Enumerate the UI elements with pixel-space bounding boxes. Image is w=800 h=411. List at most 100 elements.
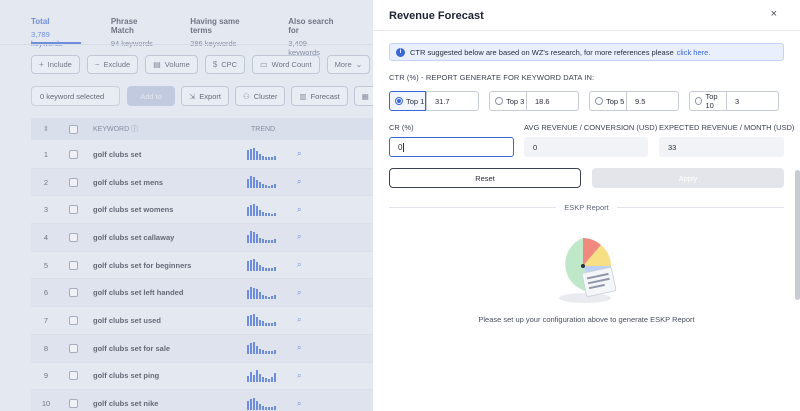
trend-bar (247, 400, 249, 410)
table-header: ⇕ KEYWORD ⓘ TREND (31, 118, 373, 140)
table-row[interactable]: 1 golf clubs set ⌕ (31, 141, 373, 169)
trend-bar (259, 373, 261, 382)
row-checkbox[interactable] (68, 399, 78, 409)
ctr-radio[interactable]: Top 5 (589, 91, 626, 111)
table-row[interactable]: 4 golf clubs set callaway ⌕ (31, 224, 373, 252)
keyword-link[interactable]: golf clubs set for beginners (85, 261, 247, 270)
keyword-link[interactable]: golf clubs set left handed (85, 288, 247, 297)
trend-bar (271, 185, 273, 189)
filter-cpc-button[interactable]: $ CPC (204, 55, 246, 74)
stats-divider (0, 44, 373, 45)
trend-sparkline (247, 203, 297, 216)
filter-include-button[interactable]: + Include (31, 55, 80, 74)
stat-tab[interactable]: Also search for3,409 keywords (288, 17, 339, 57)
ctr-value-input[interactable]: 9.5 (626, 91, 679, 111)
search-icon[interactable]: ⌕ (297, 149, 311, 159)
modal-scrollbar[interactable] (795, 170, 800, 300)
filter-label: Include (47, 60, 72, 69)
cr-input[interactable]: 0 (389, 137, 514, 157)
filter-label: CPC (221, 60, 238, 69)
table-row[interactable]: 2 golf clubs set mens ⌕ (31, 168, 373, 197)
trend-bar (256, 369, 258, 382)
search-icon[interactable]: ⌕ (297, 371, 311, 381)
keyword-link[interactable]: golf clubs set mens (85, 178, 247, 187)
cluster-button[interactable]: ⚇ Cluster (234, 86, 286, 106)
ctr-option-top-5: Top 5 9.5 (589, 91, 679, 111)
table-row[interactable]: 7 golf clubs set used ⌕ (31, 307, 373, 335)
ctr-radio[interactable]: Top 1 (389, 91, 426, 111)
keyword-link[interactable]: golf clubs set ping (85, 371, 247, 380)
row-checkbox[interactable] (68, 288, 78, 298)
action-label: Cluster (253, 91, 278, 101)
radio-button[interactable] (595, 97, 603, 105)
stat-tab[interactable]: Phrase Match94 keywords (111, 17, 156, 57)
row-checkbox[interactable] (68, 343, 78, 353)
keyword-link[interactable]: golf clubs set for sale (85, 344, 247, 353)
table-row[interactable]: 5 golf clubs set for beginners ⌕ (31, 251, 373, 280)
trend-bar (253, 232, 255, 244)
radio-button[interactable] (395, 97, 403, 105)
export-button[interactable]: ⇲ Export (181, 86, 229, 106)
row-checkbox[interactable] (68, 205, 78, 215)
sort-icon[interactable]: ⇕ (31, 125, 61, 133)
keyword-link[interactable]: golf clubs set used (85, 316, 247, 325)
row-checkbox[interactable] (68, 149, 78, 159)
ctr-value-input[interactable]: 31.7 (426, 91, 479, 111)
info-link[interactable]: click here. (677, 48, 711, 57)
table-row[interactable]: 10 golf clubs set nike ⌕ (31, 390, 373, 411)
keyword-link[interactable]: golf clubs set callaway (85, 233, 247, 242)
stat-tab[interactable]: Having same terms286 keywords (190, 17, 254, 57)
radio-button[interactable] (495, 97, 503, 105)
filter-word-count-button[interactable]: ▭ Word Count (252, 55, 320, 74)
ctr-radio[interactable]: Top 10 (689, 91, 726, 111)
select-all-checkbox[interactable] (68, 124, 78, 134)
more-button[interactable]: ▦ (353, 86, 373, 106)
avg-revenue-input[interactable]: 0 (524, 137, 648, 157)
trend-sparkline (247, 314, 297, 327)
table-row[interactable]: 9 golf clubs set ping ⌕ (31, 362, 373, 391)
row-checkbox[interactable] (68, 315, 78, 325)
search-icon[interactable]: ⌕ (297, 399, 311, 409)
table-row[interactable]: 3 golf clubs set womens ⌕ (31, 196, 373, 225)
reset-button[interactable]: Reset (389, 168, 581, 188)
close-icon[interactable]: × (771, 8, 777, 20)
trend-sparkline (247, 342, 297, 355)
row-checkbox[interactable] (68, 260, 78, 270)
filter-exclude-button[interactable]: − Exclude (86, 55, 139, 74)
ctr-value-input[interactable]: 18.6 (526, 91, 579, 111)
filter-volume-button[interactable]: ▤ Volume (145, 55, 198, 74)
keyword-link[interactable]: golf clubs set nike (85, 399, 247, 408)
keyword-link[interactable]: golf clubs set (85, 150, 247, 159)
ctr-option-top-3: Top 3 18.6 (489, 91, 579, 111)
cluster-icon: ⚇ (242, 91, 250, 101)
row-checkbox[interactable] (68, 371, 78, 381)
trend-bar (256, 288, 258, 299)
table-row[interactable]: 6 golf clubs set left handed ⌕ (31, 279, 373, 308)
search-icon[interactable]: ⌕ (297, 205, 311, 215)
search-icon[interactable]: ⌕ (297, 260, 311, 270)
search-icon[interactable]: ⌕ (297, 343, 311, 353)
row-checkbox-cell (61, 315, 85, 325)
search-icon[interactable]: ⌕ (297, 288, 311, 298)
search-icon[interactable]: ⌕ (297, 232, 311, 242)
row-checkbox[interactable] (68, 177, 78, 187)
column-keyword[interactable]: KEYWORD ⓘ (85, 124, 251, 134)
table-row[interactable]: 8 golf clubs set for sale ⌕ (31, 334, 373, 363)
row-checkbox[interactable] (68, 232, 78, 242)
trend-bar (253, 314, 255, 327)
forecast-button[interactable]: ▥ Forecast (291, 86, 348, 106)
apply-button[interactable]: Apply (592, 168, 784, 188)
add-to-button[interactable]: Add to (127, 86, 175, 106)
row-number: 8 (43, 343, 49, 353)
ctr-value-input[interactable]: 3 (726, 91, 779, 111)
ctr-radio[interactable]: Top 3 (489, 91, 526, 111)
stat-tab[interactable]: Total 3,789 keywords (31, 17, 77, 57)
keyword-link[interactable]: golf clubs set womens (85, 205, 247, 214)
trend-bar (259, 349, 261, 355)
filter-more-button[interactable]: More ⌄ (326, 55, 371, 74)
search-icon[interactable]: ⌕ (297, 315, 311, 325)
search-icon[interactable]: ⌕ (297, 177, 311, 187)
trend-bar (256, 234, 258, 244)
trend-bar (268, 268, 270, 272)
radio-button[interactable] (695, 97, 703, 105)
